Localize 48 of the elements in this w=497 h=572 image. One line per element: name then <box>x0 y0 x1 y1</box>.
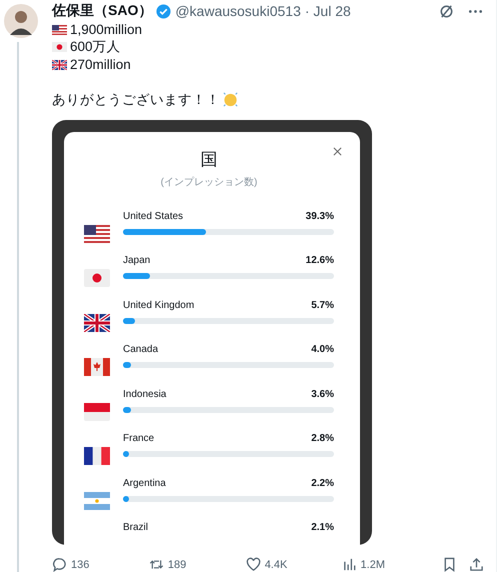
indonesia-flag-icon <box>84 402 110 420</box>
emoji-icon <box>222 91 239 108</box>
country-name: France <box>123 433 154 446</box>
avatar[interactable] <box>4 4 38 38</box>
share-icon[interactable] <box>469 557 484 572</box>
author-name[interactable]: 佐保里（SAO） <box>52 2 152 20</box>
action-count: 1.2M <box>360 558 385 570</box>
argentina-flag-icon <box>84 492 110 510</box>
post-date[interactable]: · Jul 28 <box>304 3 351 19</box>
panel-subtitle: (インプレッション数) <box>160 176 258 188</box>
us-flag-icon <box>52 24 67 35</box>
percentage: 5.7% <box>311 300 334 312</box>
reply-icon[interactable] <box>52 557 67 572</box>
views-icon[interactable] <box>342 557 357 572</box>
post-text: 270million <box>70 57 131 72</box>
country-name: Argentina <box>123 478 166 490</box>
action-count: 4.4K <box>264 558 288 570</box>
percentage: 3.6% <box>311 388 334 402</box>
japan-flag-icon <box>52 42 67 52</box>
panel-title: 国 <box>200 148 218 170</box>
post-text: 600万人 <box>70 38 121 56</box>
us-flag-icon <box>84 224 110 242</box>
japan-flag-icon <box>84 269 110 287</box>
percentage: 4.0% <box>311 344 334 357</box>
country-name: Brazil <box>123 522 148 535</box>
uk-flag-icon <box>84 314 110 332</box>
percentage: 2.1% <box>311 522 334 535</box>
uk-flag-icon <box>52 60 67 70</box>
canada-flag-icon <box>84 358 110 376</box>
country-name: Japan <box>123 255 150 268</box>
country-name: Canada <box>123 344 158 357</box>
close-icon <box>333 146 342 156</box>
screenshot-frame[interactable]: 国 (インプレッション数) United States 39.3% Japan 12.6% United Kingdom 5.7% Canada 4.0% Indonesia 3.6% France 2.8% Argentina 2.2% Brazil 2.1% <box>52 120 372 544</box>
author-handle[interactable]: @kawausosuki0513 <box>175 3 301 19</box>
percentage: 39.3% <box>306 210 334 224</box>
post-text: 1,900million <box>70 22 142 38</box>
heart-icon[interactable] <box>246 557 261 572</box>
action-count: 136 <box>71 558 90 570</box>
bookmark-icon[interactable] <box>442 557 458 572</box>
country-name: Indonesia <box>123 388 166 402</box>
post-text: ありがとうございます！！ <box>52 90 220 108</box>
country-name: United States <box>123 210 184 224</box>
percentage: 2.8% <box>311 433 334 446</box>
country-name: United Kingdom <box>123 300 194 312</box>
action-count: 189 <box>168 558 186 570</box>
percentage: 2.2% <box>311 478 334 490</box>
france-flag-icon <box>84 447 110 465</box>
percentage: 12.6% <box>306 255 334 268</box>
